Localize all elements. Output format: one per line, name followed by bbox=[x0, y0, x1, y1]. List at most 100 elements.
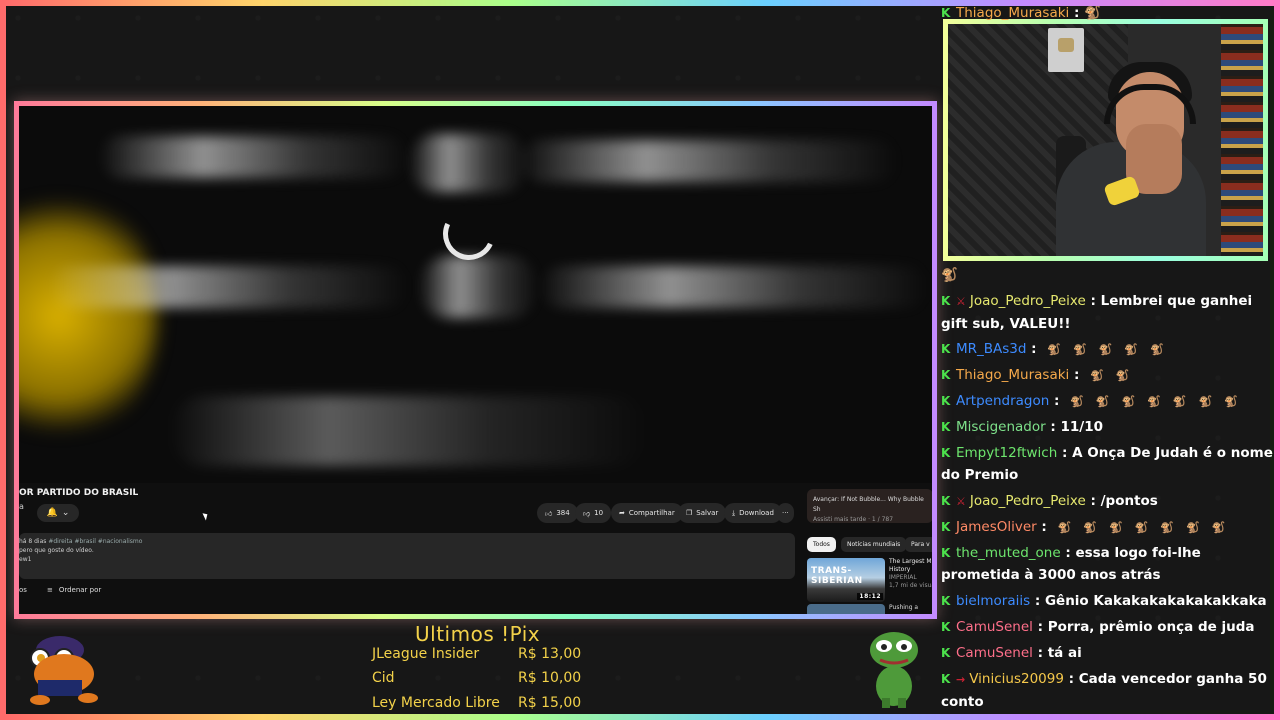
chat-username[interactable]: Miscigenador bbox=[956, 419, 1046, 435]
pix-row: Ley Mercado Libre R$ 15,00 bbox=[372, 695, 582, 711]
chat-message: K Artpendragon : 🐒 🐒 🐒 🐒 🐒 🐒 🐒 bbox=[941, 390, 1273, 413]
chat-badge-icon: ⚔ bbox=[956, 495, 966, 508]
chat-message: K CamuSenel : tá ai bbox=[941, 642, 1273, 664]
chat-username[interactable]: bielmoraiis bbox=[956, 593, 1030, 609]
share-button[interactable]: ➦ Compartilhar bbox=[611, 503, 683, 523]
monkey-emote-icon: 🐒 bbox=[1057, 521, 1072, 534]
monkey-emote-icon: 🐒 bbox=[1108, 521, 1123, 534]
pix-donor: Ley Mercado Libre bbox=[372, 695, 500, 711]
chat-message: K JamesOliver : 🐒 🐒 🐒 🐒 🐒 🐒 🐒 bbox=[941, 516, 1273, 539]
chip-all[interactable]: Todos bbox=[807, 537, 836, 552]
chat-message: 🐒 bbox=[941, 264, 1273, 286]
chat-username[interactable]: Vinicius20099 bbox=[969, 671, 1064, 687]
monkey-emote-icon: 🐒 bbox=[1134, 521, 1149, 534]
monkey-emote-icon: 🐒 bbox=[1095, 395, 1110, 408]
chat-username[interactable]: Artpendragon bbox=[956, 393, 1049, 409]
stream-overlay: OR PARTIDO DO BRASIL a 🔔 ⌄ 👍︎ 384 👎︎ 10 … bbox=[0, 0, 1280, 720]
desc-line: ew1 bbox=[19, 556, 32, 563]
chat-text: : /pontos bbox=[1085, 493, 1158, 509]
up-next-card[interactable]: Avançar: If Not Bubble... Why Bubble Sh … bbox=[807, 489, 932, 523]
pix-row: JLeague Insider R$ 13,00 bbox=[372, 646, 582, 662]
sort-button[interactable]: Ordenar por bbox=[59, 586, 101, 594]
chat-text: 🐒 bbox=[941, 267, 958, 283]
chat-username[interactable]: JamesOliver bbox=[956, 519, 1037, 535]
motion-streak bbox=[409, 134, 529, 192]
description-box[interactable]: há 8 dias #direita #brasil #nacionalismo… bbox=[19, 533, 795, 579]
chat-username[interactable]: MR_BAs3d bbox=[956, 341, 1026, 357]
more-actions-button[interactable]: ··· bbox=[777, 503, 794, 523]
sub-badge-icon: K bbox=[941, 594, 951, 608]
monkey-emote-icon: 🐒 bbox=[1121, 395, 1136, 408]
download-icon: ⤓ bbox=[732, 508, 736, 517]
download-button[interactable]: ⤓ Download bbox=[724, 503, 782, 523]
desc-meta: há 8 dias bbox=[19, 538, 47, 545]
chat-username[interactable]: CamuSenel bbox=[956, 645, 1033, 661]
share-icon: ➦ bbox=[619, 509, 625, 517]
chat-username[interactable]: Thiago_Murasaki bbox=[956, 367, 1069, 383]
chat-message: K Thiago_Murasaki : 🐒 bbox=[941, 2, 1273, 24]
monkey-emote-icon: 🐒 bbox=[1124, 343, 1139, 356]
monkey-emote-icon: 🐒 bbox=[1211, 521, 1226, 534]
sub-badge-icon: K bbox=[941, 646, 951, 660]
reco-title: The Largest M History bbox=[889, 558, 932, 573]
thumb-text: TRANS-SIBERIAN bbox=[811, 566, 863, 586]
monkey-emote-icon: 🐒 bbox=[1090, 369, 1104, 382]
chat-username[interactable]: Joao_Pedro_Peixe bbox=[970, 493, 1086, 509]
chat-username[interactable]: CamuSenel bbox=[956, 619, 1033, 635]
motion-streak bbox=[49, 266, 409, 308]
motion-streak bbox=[539, 266, 929, 308]
pix-amount: R$ 10,00 bbox=[518, 670, 582, 686]
yellow-blur bbox=[19, 186, 159, 446]
sub-badge-icon: K bbox=[941, 620, 951, 634]
share-label: Compartilhar bbox=[628, 509, 675, 517]
like-button[interactable]: 👍︎ 384 bbox=[537, 503, 578, 523]
chat-text: : Gênio Kakakakakakakakkaka bbox=[1030, 593, 1267, 609]
notification-bell-button[interactable]: 🔔 ⌄ bbox=[37, 504, 79, 522]
chat-message: K ⚔ Joao_Pedro_Peixe : /pontos bbox=[941, 490, 1273, 513]
sub-badge-icon: K bbox=[941, 420, 951, 434]
sort-icon: ≡ bbox=[46, 586, 53, 594]
thumbs-up-icon: 👍︎ bbox=[545, 509, 553, 518]
chip-for-you[interactable]: Para v bbox=[905, 537, 932, 552]
chat-username[interactable]: the_muted_one bbox=[956, 545, 1061, 561]
up-next-title: Avançar: If Not Bubble... Why Bubble Sh bbox=[813, 496, 924, 513]
chat-text: : 11/10 bbox=[1045, 419, 1104, 435]
download-label: Download bbox=[739, 509, 774, 517]
chip-world-news[interactable]: Notícias mundiais bbox=[841, 537, 907, 552]
chat-message: K Thiago_Murasaki : 🐒 🐒 bbox=[941, 364, 1273, 387]
monkey-emote-icon: 🐒 bbox=[1115, 369, 1130, 382]
sub-badge-icon: K bbox=[941, 368, 951, 382]
thumbs-down-icon: 👎︎ bbox=[583, 509, 591, 518]
sub-badge-icon: K bbox=[941, 546, 951, 560]
reco-title: Pushing a bbox=[889, 604, 919, 611]
sub-badge-icon: K bbox=[941, 394, 951, 408]
chat-username[interactable]: Joao_Pedro_Peixe bbox=[970, 293, 1086, 309]
chat-text: : tá ai bbox=[1032, 645, 1082, 661]
recommended-info[interactable]: The Largest M History IMPERIAL 1,7 mi de… bbox=[889, 558, 932, 590]
chat-message: Kthe_muted_one : essa logo foi-lhe prome… bbox=[941, 542, 1273, 586]
reco-channel: IMPERIAL bbox=[889, 574, 917, 581]
recommended-thumbnail[interactable] bbox=[807, 604, 885, 614]
reco-views: 1,7 mi de visuali bbox=[889, 582, 932, 589]
chevron-down-icon: ⌄ bbox=[61, 508, 70, 518]
pix-donor: JLeague Insider bbox=[372, 646, 480, 662]
bell-icon: 🔔 bbox=[46, 508, 58, 518]
dislike-button[interactable]: 👎︎ 10 bbox=[575, 503, 612, 523]
chat-message: Kbielmoraiis : Gênio Kakakakakakakakkaka bbox=[941, 590, 1273, 612]
chat-message: K Miscigenador : 11/10 bbox=[941, 416, 1273, 438]
save-button[interactable]: ❐ Salvar bbox=[678, 503, 727, 523]
desc-line: pero que goste do vídeo. bbox=[19, 547, 94, 554]
chat-username[interactable]: Empyt12ftwich bbox=[956, 445, 1057, 461]
comments-label: os bbox=[19, 586, 27, 594]
chat-username[interactable]: Thiago_Murasaki bbox=[956, 5, 1069, 21]
youtube-page: OR PARTIDO DO BRASIL a 🔔 ⌄ 👍︎ 384 👎︎ 10 … bbox=[19, 106, 932, 614]
chat-text: : bbox=[1026, 341, 1042, 357]
like-count: 384 bbox=[556, 509, 570, 517]
chat-text: : 🐒 bbox=[1069, 5, 1101, 21]
motion-streak bbox=[99, 136, 409, 178]
chat-badge-icon: ⚔ bbox=[956, 295, 966, 308]
recommended-thumbnail[interactable]: TRANS-SIBERIAN 18:12 bbox=[807, 558, 885, 602]
sub-badge-icon: K bbox=[941, 446, 951, 460]
video-player[interactable] bbox=[19, 106, 932, 483]
monkey-emote-icon: 🐒 bbox=[1147, 395, 1161, 408]
